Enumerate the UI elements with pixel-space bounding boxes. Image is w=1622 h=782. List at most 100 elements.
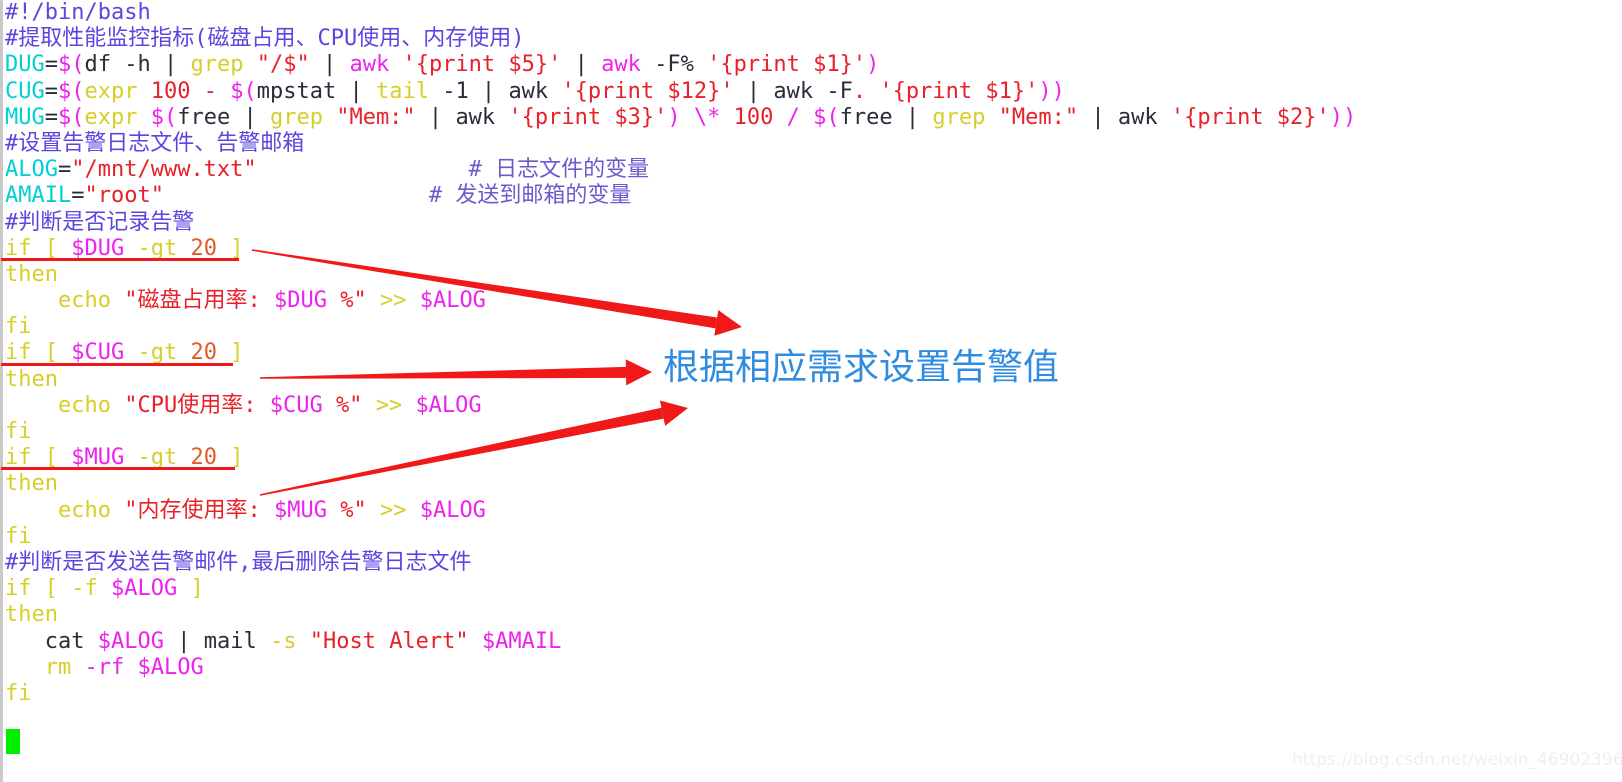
code-token: 100 [733, 104, 774, 130]
code-token: -s [269, 628, 297, 654]
code-token: free [177, 104, 231, 130]
code-token: $ALOG [111, 576, 178, 602]
code-token: then [5, 602, 58, 628]
code-token: -F% [640, 52, 708, 78]
code-token: mail [203, 628, 257, 654]
code-line: echo "CPU使用率: $CUG %" >> $ALOG [5, 393, 1605, 419]
code-token: | [163, 628, 204, 654]
code-token: then [5, 366, 58, 392]
code-token: %" [340, 288, 367, 314]
code-line: if [ $DUG -gt 20 ] [1, 236, 1605, 262]
code-line: #提取性能监控指标(磁盘占用、CPU使用、内存使用) [5, 26, 1605, 52]
code-token: "磁盘占用率: [124, 288, 261, 314]
code-token: "Mem:" [998, 104, 1079, 130]
code-token: "root" [84, 183, 164, 209]
code-token: tail [375, 78, 429, 104]
code-token: "内存使用率: [124, 497, 261, 523]
code-token: rm [44, 654, 72, 680]
watermark-url: https://blog.csdn.net/weixin_46902396 [1292, 750, 1622, 770]
code-token: "Mem:" [336, 104, 416, 130]
screenshot-root: #!/bin/bash #提取性能监控指标(磁盘占用、CPU使用、内存使用) DUG… [0, 0, 1622, 782]
code-token: "Host Alert" [309, 628, 469, 654]
code-token: \* [693, 104, 721, 130]
code-line: then [5, 471, 1605, 497]
code-line: echo "磁盘占用率: $DUG %" >> $ALOG [5, 288, 1605, 314]
code-token: fi [5, 680, 32, 706]
code-token: = [44, 104, 58, 130]
code-token: %" [340, 497, 367, 523]
code-token: expr [84, 78, 138, 104]
code-token: $( [230, 78, 257, 104]
code-line: rm -rf $ALOG [5, 655, 1605, 681]
code-token: MUG [5, 104, 45, 130]
code-token: $AMAIL [481, 628, 562, 654]
code-token: | [163, 52, 191, 78]
editor-gutter-line [0, 0, 3, 782]
code-token: ] [190, 576, 204, 602]
code-token: 100 [150, 78, 191, 104]
code-line: if [ $MUG -gt 20 ] [1, 445, 1605, 471]
code-token: "/$" [256, 52, 310, 78]
code-token: -h [111, 52, 164, 78]
code-token: ) [866, 52, 880, 78]
code-token: -f [71, 576, 98, 602]
code-token: $ALOG [419, 288, 486, 314]
red-underline-highlight [1, 257, 239, 261]
code-token: $( [58, 78, 85, 104]
code-token: = [44, 78, 58, 104]
code-token: expr [84, 104, 138, 130]
code-token: | [230, 104, 270, 130]
terminal-cursor [6, 729, 20, 754]
code-line: fi [5, 314, 1605, 340]
code-token: mpstat [256, 78, 337, 104]
code-line: fi [5, 524, 1605, 550]
code-token: CUG [5, 78, 45, 104]
code-token: grep [269, 104, 323, 130]
code-token: >> [379, 497, 407, 523]
code-token: awk [1117, 104, 1158, 130]
code-token: '{print $1}' [879, 78, 1039, 104]
code-token: $( [58, 104, 85, 130]
code-line: fi [5, 419, 1605, 445]
code-token: echo [57, 497, 111, 523]
code-token: | [309, 52, 350, 78]
code-token: cat [44, 628, 85, 654]
code-token: | [1078, 104, 1118, 130]
code-token: grep [190, 52, 244, 78]
code-token: "CPU使用率: [124, 392, 257, 418]
code-token: $( [813, 104, 840, 130]
code-token: free [839, 104, 893, 130]
code-token: -F [813, 78, 853, 104]
code-token: awk [349, 52, 390, 78]
red-underline-highlight [1, 467, 235, 471]
code-token: $ALOG [97, 628, 164, 654]
code-token: # 日志文件的变量 [468, 157, 650, 183]
code-token: = [57, 157, 72, 183]
code-token: fi [5, 419, 32, 444]
